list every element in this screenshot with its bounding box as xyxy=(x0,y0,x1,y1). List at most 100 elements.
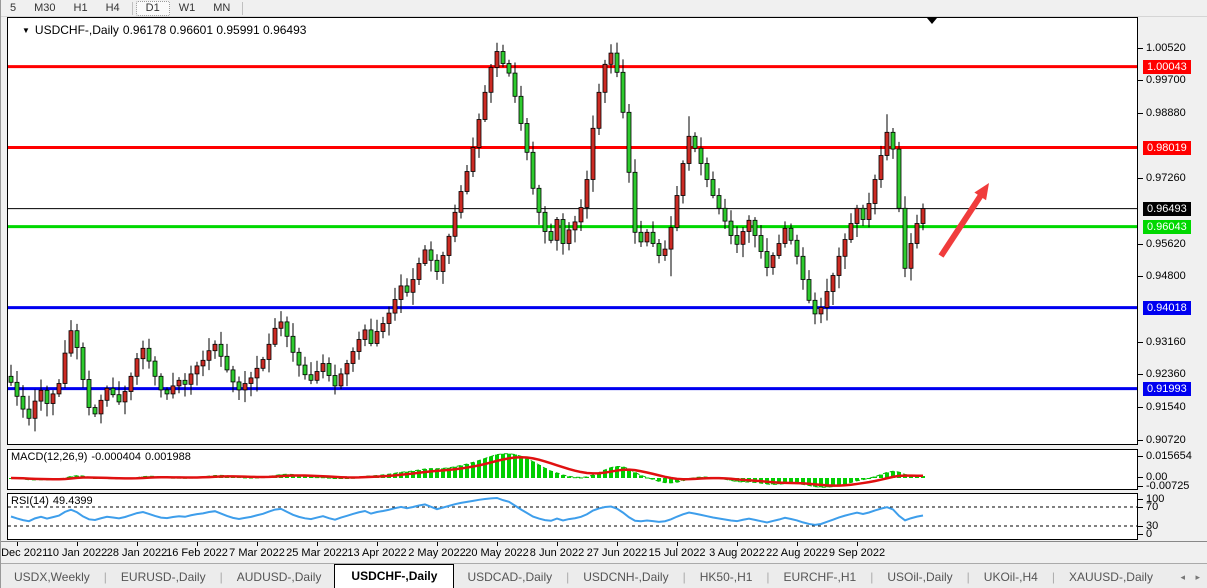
axis-tick-mark xyxy=(1138,499,1143,500)
candle-body xyxy=(303,365,307,375)
candle-body xyxy=(465,172,469,192)
trend-arrow-annotation[interactable] xyxy=(941,193,982,256)
chart-tab-xauusd[interactable]: XAUUSD-,Daily xyxy=(1056,566,1166,588)
candle-body xyxy=(903,208,907,268)
indicator-tick-label: 0.015654 xyxy=(1146,450,1192,462)
tab-scroll-arrows-icon[interactable]: ◂ ▸ xyxy=(1180,572,1204,583)
axis-tick-mark xyxy=(1138,407,1143,408)
macd-histogram-bar xyxy=(501,454,505,478)
candle-body xyxy=(405,286,409,292)
candle-body xyxy=(579,208,583,222)
rsi-line xyxy=(11,498,923,525)
chart-tab-usoil[interactable]: USOil-,Daily xyxy=(874,566,965,588)
candle-body xyxy=(423,250,427,264)
candle-body xyxy=(699,148,703,163)
date-tick-mark xyxy=(257,542,258,546)
candle-body xyxy=(747,220,751,231)
candle-body xyxy=(543,212,547,231)
chart-tab-audusd[interactable]: AUDUSD-,Daily xyxy=(224,566,335,588)
price-tick-label: 0.92360 xyxy=(1146,368,1186,380)
candle-body xyxy=(81,348,85,380)
rsi-name: RSI(14) xyxy=(11,495,49,507)
date-tick-mark xyxy=(617,542,618,546)
candle-body xyxy=(219,344,223,356)
candle-body xyxy=(75,331,79,348)
axis-tick-mark xyxy=(1138,48,1143,49)
candle-body xyxy=(801,256,805,279)
macd-histogram-bar xyxy=(843,478,847,484)
price-chart-svg[interactable] xyxy=(8,18,1137,444)
timeframe-button-5[interactable]: 5 xyxy=(1,1,25,16)
candle-body xyxy=(585,180,589,208)
date-tick-label: 13 Apr 2022 xyxy=(347,547,406,559)
rsi-panel[interactable]: RSI(14) 49.4399 xyxy=(7,493,1138,540)
candle-body xyxy=(417,264,421,280)
price-tick-label: 0.99700 xyxy=(1146,74,1186,86)
candle-body xyxy=(627,112,631,172)
date-tick-mark xyxy=(857,542,858,546)
chevron-down-icon[interactable]: ▼ xyxy=(22,26,30,35)
candle-body xyxy=(759,236,763,252)
candle-body xyxy=(849,224,853,240)
candle-body xyxy=(735,236,739,245)
candle-body xyxy=(639,232,643,242)
candle-body xyxy=(99,400,103,414)
candle-body xyxy=(321,364,325,372)
date-tick-label: 15 Jul 2022 xyxy=(649,547,706,559)
candle-body xyxy=(921,209,925,224)
rsi-value: 49.4399 xyxy=(53,495,93,507)
candle-body xyxy=(117,395,121,402)
price-level-tag: 0.91993 xyxy=(1143,382,1191,396)
timeframe-button-m30[interactable]: M30 xyxy=(25,1,64,16)
candle-body xyxy=(771,256,775,268)
candle-body xyxy=(129,376,133,391)
candle-body xyxy=(831,276,835,292)
macd-histogram-bar xyxy=(483,458,487,478)
chart-tab-hk50[interactable]: HK50-,H1 xyxy=(687,566,766,588)
timeframe-button-h4[interactable]: H4 xyxy=(97,1,129,16)
chart-symbol-label: USDCHF-,Daily xyxy=(35,23,119,37)
candle-body xyxy=(291,336,295,352)
date-tick-label: 7 Mar 2022 xyxy=(229,547,285,559)
candle-body xyxy=(591,128,595,179)
candle-body xyxy=(537,188,541,212)
candle-body xyxy=(861,208,865,219)
candle-body xyxy=(663,249,667,255)
indicator-tick-label: -0.00725 xyxy=(1146,480,1189,492)
candle-body xyxy=(555,220,559,241)
date-axis: 22 Dec 202110 Jan 202228 Jan 202216 Feb … xyxy=(1,541,1207,563)
chart-tab-eurusd[interactable]: EURUSD-,Daily xyxy=(108,566,219,588)
timeframe-button-d1[interactable]: D1 xyxy=(136,1,170,16)
candle-body xyxy=(105,388,109,400)
mt4-window: 5M30H1H4D1W1MN ▼USDCHF-,Daily0.96178 0.9… xyxy=(0,0,1207,588)
candle-body xyxy=(57,384,61,394)
date-tick-label: 9 Sep 2022 xyxy=(829,547,885,559)
timeframe-button-mn[interactable]: MN xyxy=(204,1,239,16)
chart-tab-usdchf[interactable]: USDCHF-,Daily xyxy=(334,564,454,588)
candle-body xyxy=(15,382,19,396)
chart-tab-usdcnh[interactable]: USDCNH-,Daily xyxy=(570,566,681,588)
candle-body xyxy=(351,352,355,364)
candle-body xyxy=(381,324,385,332)
date-tick-label: 20 May 2022 xyxy=(465,547,529,559)
chart-tab-ukoil[interactable]: UKOil-,H4 xyxy=(971,566,1051,588)
timeframe-button-w1[interactable]: W1 xyxy=(170,1,205,16)
indicator-tick-label: 70 xyxy=(1146,501,1158,513)
macd-panel[interactable]: MACD(12,26,9)-0.0004040.001988 xyxy=(7,449,1138,490)
candle-body xyxy=(519,96,523,123)
candle-body xyxy=(39,390,43,401)
candle-body xyxy=(177,380,181,386)
price-tick-label: 0.95620 xyxy=(1146,238,1186,250)
price-chart-panel[interactable]: ▼USDCHF-,Daily0.96178 0.96601 0.95991 0.… xyxy=(7,17,1138,445)
chart-tab-usdcad[interactable]: USDCAD-,Daily xyxy=(454,566,565,588)
candle-body xyxy=(183,380,187,384)
price-tick-label: 0.93160 xyxy=(1146,336,1186,348)
chart-tab-eurchf[interactable]: EURCHF-,H1 xyxy=(771,566,870,588)
candle-body xyxy=(141,348,145,358)
price-level-tag: 1.00043 xyxy=(1143,60,1191,74)
timeframe-button-h1[interactable]: H1 xyxy=(65,1,97,16)
candle-body xyxy=(339,374,343,386)
price-tick-label: 0.98880 xyxy=(1146,107,1186,119)
chart-tab-usdx[interactable]: USDX,Weekly xyxy=(1,566,103,588)
candle-body xyxy=(597,92,601,128)
